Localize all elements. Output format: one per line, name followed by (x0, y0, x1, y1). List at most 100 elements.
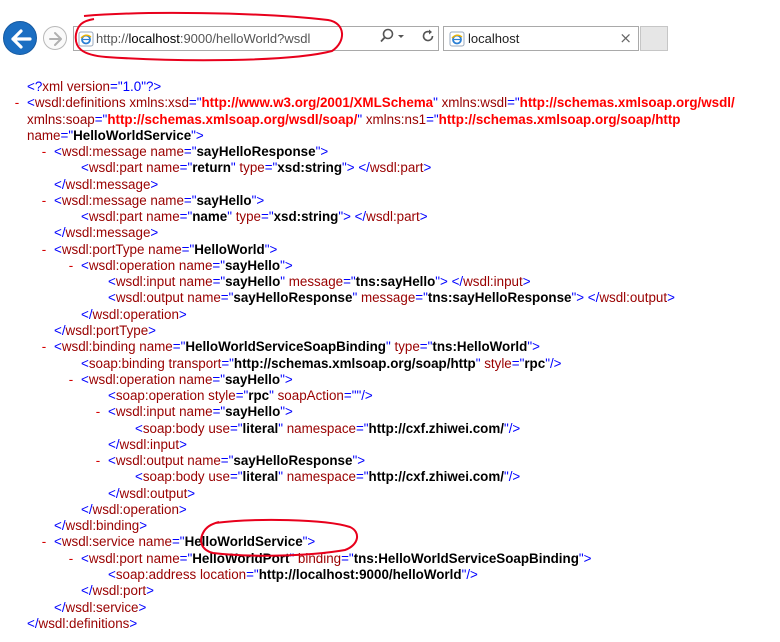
xml-value: HelloWorldService (73, 127, 192, 143)
xml-line-content: </wsdl:port> (81, 583, 154, 599)
xml-punct: =" (221, 355, 234, 371)
xml-value: HelloWorldPort (192, 550, 290, 566)
xml-name: name (179, 404, 213, 420)
url-host: localhost (128, 31, 180, 46)
xml-line-content: <wsdl:input name="sayHello" message="tns… (108, 274, 531, 290)
xml-line: xmlns:soap="http://schemas.xmlsoap.org/w… (0, 112, 780, 128)
xml-punct: </ (81, 501, 93, 517)
collapse-toggle[interactable]: - (39, 144, 49, 160)
xml-name: name (146, 550, 180, 566)
collapse-toggle[interactable]: - (39, 339, 49, 355)
xml-name: wsdl:portType (61, 241, 149, 257)
xml-punct: < (27, 95, 35, 111)
xml-name: name (150, 192, 184, 208)
xml-line: </wsdl:input> (0, 437, 780, 453)
collapse-toggle[interactable]: - (93, 453, 103, 469)
xml-line: </wsdl:portType> (0, 323, 780, 339)
xml-name: soap:body (142, 420, 209, 436)
refresh-icon[interactable] (420, 27, 436, 45)
collapse-toggle[interactable]: - (66, 258, 76, 274)
xml-name: name (150, 144, 184, 160)
address-url[interactable]: http://localhost:9000/helloWorld?wsdl (96, 31, 310, 46)
collapse-toggle[interactable]: - (66, 372, 76, 388)
xml-name: xmlns:wsdl (441, 95, 508, 111)
xml-punct: "/> (503, 469, 521, 485)
xml-line: </wsdl:port> (0, 583, 780, 599)
back-button[interactable] (3, 21, 37, 55)
xml-punct: > (423, 160, 432, 176)
collapse-toggle[interactable]: - (39, 193, 49, 209)
xml-line: </wsdl:output> (0, 486, 780, 502)
dropdown-icon[interactable] (396, 27, 406, 45)
xml-ns-value: http://schemas.xmlsoap.org/soap/http (438, 111, 681, 127)
xml-line: </wsdl:message> (0, 177, 780, 193)
xml-line: - <wsdl:service name="HelloWorldService"> (0, 534, 780, 550)
xml-punct: "> (251, 192, 265, 208)
xml-line-content: </wsdl:input> (108, 437, 187, 453)
xml-punct: =" (212, 274, 226, 290)
xml-name: message (288, 274, 344, 290)
xml-name: wsdl:definitions (38, 615, 130, 631)
xml-value: rpc (524, 355, 546, 371)
xml-punct: =" (246, 566, 259, 582)
xml-name: wsdl:operation (92, 501, 179, 517)
url-scheme: http:// (96, 31, 129, 46)
xml-name: soapAction (277, 388, 344, 404)
xml-value: tns:HelloWorldServiceSoapBinding (353, 550, 579, 566)
xml-punct: </ (54, 518, 66, 534)
xml-value: HelloWorld (194, 241, 265, 257)
xml-punct: =" (507, 95, 520, 111)
xml-name: wsdl:part (88, 209, 147, 225)
xml-punct: > (178, 501, 187, 517)
xml-name: type (235, 209, 261, 225)
xml-tree-view: <?xml version="1.0"?> - <wsdl:definitions … (0, 79, 780, 632)
collapse-toggle[interactable]: - (12, 95, 22, 111)
xml-punct: =" (229, 420, 243, 436)
close-icon[interactable]: × (619, 30, 632, 47)
xml-name: wsdl:input (119, 436, 180, 452)
tab-title: localhost (468, 31, 520, 46)
browser-tab[interactable]: localhost × (443, 26, 639, 51)
collapse-toggle[interactable]: - (66, 551, 76, 567)
xml-value: http://localhost:9000/helloWorld (258, 566, 462, 582)
new-tab-button[interactable] (640, 26, 668, 51)
xml-line-content: <soap:body use="literal" namespace="http… (135, 421, 520, 437)
collapse-toggle[interactable]: - (39, 534, 49, 550)
xml-name: wsdl:operation (88, 257, 179, 273)
xml-punct: "> (280, 257, 293, 273)
xml-name: wsdl:service (65, 599, 139, 615)
xml-value: xsd:string (277, 160, 343, 176)
collapse-toggle[interactable]: - (93, 404, 103, 420)
xml-punct: </ (81, 306, 93, 322)
xml-punct: < (54, 241, 62, 257)
xml-punct: > (129, 615, 138, 631)
xml-punct: =" (183, 144, 197, 160)
xml-punct: "> (191, 127, 204, 143)
url-rest: :9000/helloWorld?wsdl (179, 31, 311, 46)
xml-name: wsdl:part (366, 209, 420, 225)
address-bar[interactable]: http://localhost:9000/helloWorld?wsdl (73, 26, 439, 51)
xml-name: name (27, 127, 61, 143)
xml-punct: =" (94, 111, 108, 127)
xml-punct: =" (183, 192, 197, 208)
xml-name: xmlns:soap (27, 111, 95, 127)
xml-punct: "> (280, 404, 293, 420)
xml-value: sayHello (224, 257, 281, 273)
xml-line: </wsdl:operation> (0, 502, 780, 518)
search-icon[interactable] (379, 27, 395, 45)
xml-punct: < (54, 144, 62, 160)
xml-punct: < (81, 257, 89, 273)
xml-name: xmlns:xsd (129, 95, 189, 111)
xml-value: tns:HelloWorld (432, 339, 528, 355)
collapse-toggle[interactable]: - (39, 242, 49, 258)
xml-name: name (187, 453, 221, 469)
xml-line: <wsdl:output name="sayHelloResponse" mes… (0, 290, 780, 306)
xml-line: <wsdl:part name="return" type="xsd:strin… (0, 160, 780, 176)
xml-punct: =" (355, 469, 369, 485)
xml-punct: =" (415, 290, 428, 306)
xml-punct: > (138, 599, 147, 615)
xml-name: wsdl:service (61, 534, 139, 550)
xml-name: wsdl:binding (65, 518, 140, 534)
forward-button[interactable] (43, 26, 67, 50)
xml-punct: =" (426, 111, 439, 127)
